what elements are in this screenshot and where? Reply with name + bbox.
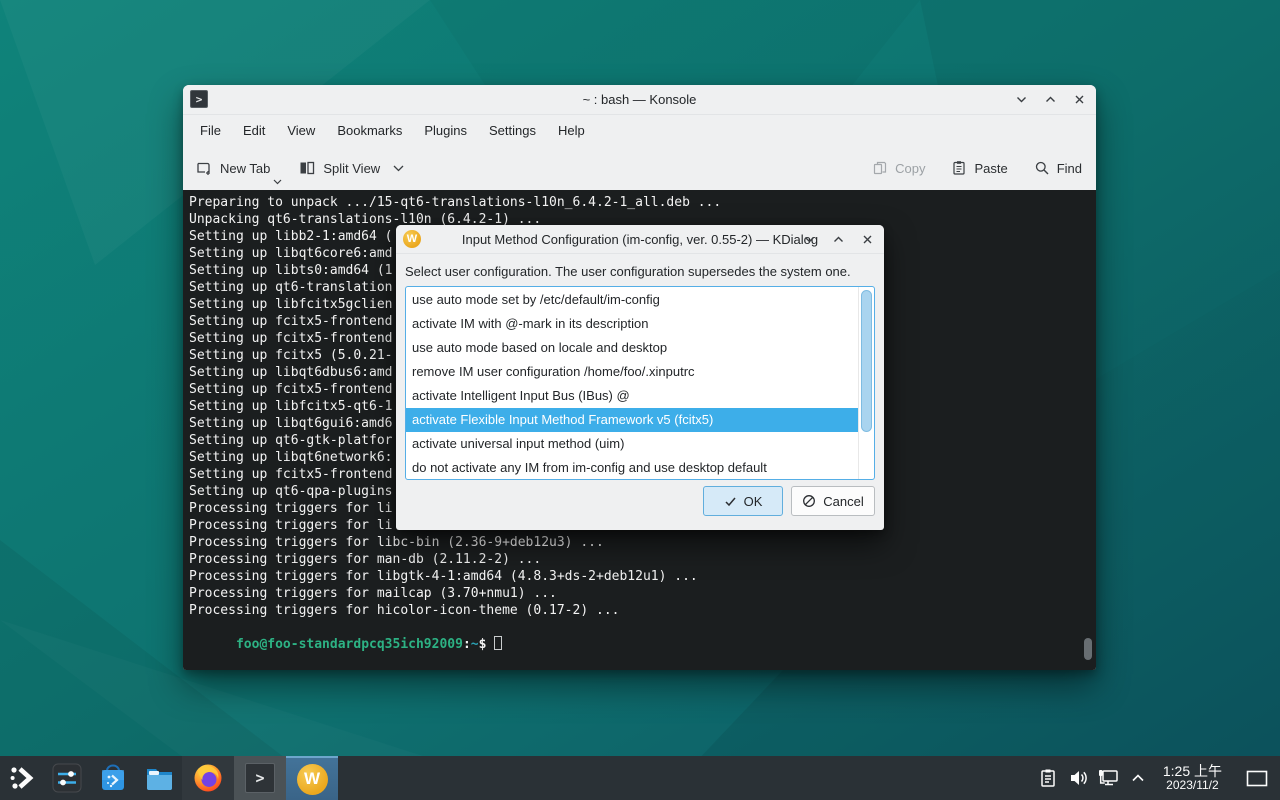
terminal-cursor bbox=[494, 636, 502, 650]
app-launcher-icon[interactable] bbox=[0, 756, 44, 800]
taskbar-imconfig-button[interactable]: W bbox=[286, 756, 338, 800]
prompt-path: ~ bbox=[471, 637, 479, 652]
check-icon bbox=[724, 495, 737, 508]
menu-help[interactable]: Help bbox=[547, 118, 596, 143]
konsole-window-title: ~ : bash — Konsole bbox=[583, 92, 697, 107]
dialog-message: Select user configuration. The user conf… bbox=[396, 254, 884, 286]
close-icon[interactable] bbox=[1073, 93, 1086, 106]
split-view-label: Split View bbox=[323, 161, 380, 176]
menu-bookmarks[interactable]: Bookmarks bbox=[326, 118, 413, 143]
konsole-task-icon: > bbox=[245, 763, 275, 793]
search-icon bbox=[1034, 160, 1050, 176]
copy-label: Copy bbox=[895, 161, 925, 176]
copy-icon bbox=[872, 160, 888, 176]
volume-tray-icon[interactable] bbox=[1063, 756, 1093, 800]
terminal-line: Processing triggers for libc-bin (2.36-9… bbox=[189, 534, 1096, 551]
taskbar-konsole-button[interactable]: > bbox=[234, 756, 286, 800]
network-tray-icon[interactable] bbox=[1093, 756, 1123, 800]
terminal-scrollbar[interactable] bbox=[1084, 638, 1092, 660]
new-tab-button[interactable]: New Tab bbox=[195, 159, 270, 177]
find-label: Find bbox=[1057, 161, 1082, 176]
im-config-icon: W bbox=[403, 230, 421, 248]
cancel-button[interactable]: Cancel bbox=[791, 486, 875, 516]
prompt-user: foo@foo-standardpcq35ich92009 bbox=[236, 637, 463, 652]
tray-expand-chevron-icon[interactable] bbox=[1123, 756, 1153, 800]
clock-time: 1:25 上午 bbox=[1163, 763, 1222, 779]
list-item[interactable]: do not activate any IM from im-config an… bbox=[406, 456, 858, 480]
terminal-line: Preparing to unpack .../15-qt6-translati… bbox=[189, 194, 1096, 211]
dialog-titlebar[interactable]: W Input Method Configuration (im-config,… bbox=[396, 225, 884, 254]
maximize-icon[interactable] bbox=[1044, 93, 1057, 106]
split-view-icon bbox=[298, 159, 316, 177]
paste-icon bbox=[951, 160, 967, 176]
terminal-line: Processing triggers for man-db (2.11.2-2… bbox=[189, 551, 1096, 568]
discover-icon[interactable] bbox=[90, 756, 136, 800]
clock-date: 2023/11/2 bbox=[1163, 779, 1222, 793]
new-tab-label: New Tab bbox=[220, 161, 270, 176]
list-item[interactable]: use auto mode set by /etc/default/im-con… bbox=[406, 288, 858, 312]
clock[interactable]: 1:25 上午 2023/11/2 bbox=[1163, 763, 1222, 793]
ok-button[interactable]: OK bbox=[703, 486, 783, 516]
list-scrollbar-track[interactable] bbox=[858, 287, 874, 479]
menu-view[interactable]: View bbox=[276, 118, 326, 143]
menu-file[interactable]: File bbox=[189, 118, 232, 143]
terminal-line: Processing triggers for mailcap (3.70+nm… bbox=[189, 585, 1096, 602]
im-config-dialog: W Input Method Configuration (im-config,… bbox=[396, 225, 884, 530]
configuration-list[interactable]: use auto mode set by /etc/default/im-con… bbox=[405, 286, 875, 480]
menu-edit[interactable]: Edit bbox=[232, 118, 276, 143]
menu-settings[interactable]: Settings bbox=[478, 118, 547, 143]
terminal-line: Processing triggers for libgtk-4-1:amd64… bbox=[189, 568, 1096, 585]
new-tab-icon bbox=[195, 159, 213, 177]
list-scrollbar-thumb[interactable] bbox=[861, 290, 872, 432]
terminal-line: Processing triggers for hicolor-icon-the… bbox=[189, 602, 1096, 619]
dialog-maximize-icon[interactable] bbox=[832, 233, 845, 246]
new-tab-dropdown-icon[interactable] bbox=[273, 179, 282, 185]
konsole-window-icon: > bbox=[190, 90, 208, 108]
system-settings-icon[interactable] bbox=[44, 756, 90, 800]
split-view-dropdown-icon[interactable] bbox=[393, 165, 404, 172]
copy-button[interactable]: Copy bbox=[872, 160, 925, 176]
dialog-title: Input Method Configuration (im-config, v… bbox=[462, 232, 818, 247]
terminal-prompt-line: foo@foo-standardpcq35ich92009:~$ bbox=[189, 619, 1096, 636]
menu-plugins[interactable]: Plugins bbox=[413, 118, 478, 143]
konsole-toolbar: New Tab Split View Copy bbox=[183, 146, 1096, 190]
split-view-button[interactable]: Split View bbox=[298, 159, 404, 177]
list-item[interactable]: activate IM with @-mark in its descripti… bbox=[406, 312, 858, 336]
list-item[interactable]: activate universal input method (uim) bbox=[406, 432, 858, 456]
list-item[interactable]: use auto mode based on locale and deskto… bbox=[406, 336, 858, 360]
minimize-icon[interactable] bbox=[1015, 93, 1028, 106]
im-config-task-icon: W bbox=[297, 764, 328, 795]
taskbar-firefox-button[interactable] bbox=[182, 756, 234, 800]
dialog-minimize-icon[interactable] bbox=[803, 233, 816, 246]
cancel-icon bbox=[802, 494, 816, 508]
list-item[interactable]: activate Intelligent Input Bus (IBus) @ bbox=[406, 384, 858, 408]
taskbar: > W 1:25 上午 2023/11/2 bbox=[0, 756, 1280, 800]
list-item[interactable]: remove IM user configuration /home/foo/.… bbox=[406, 360, 858, 384]
show-desktop-button[interactable] bbox=[1244, 756, 1270, 800]
clipboard-tray-icon[interactable] bbox=[1033, 756, 1063, 800]
file-manager-icon[interactable] bbox=[136, 756, 182, 800]
konsole-titlebar[interactable]: > ~ : bash — Konsole bbox=[183, 85, 1096, 115]
dialog-close-icon[interactable] bbox=[861, 233, 874, 246]
find-button[interactable]: Find bbox=[1034, 160, 1082, 176]
paste-label: Paste bbox=[974, 161, 1007, 176]
paste-button[interactable]: Paste bbox=[951, 160, 1007, 176]
konsole-menubar: FileEditViewBookmarksPluginsSettingsHelp bbox=[183, 115, 1096, 146]
list-item[interactable]: activate Flexible Input Method Framework… bbox=[406, 408, 858, 432]
